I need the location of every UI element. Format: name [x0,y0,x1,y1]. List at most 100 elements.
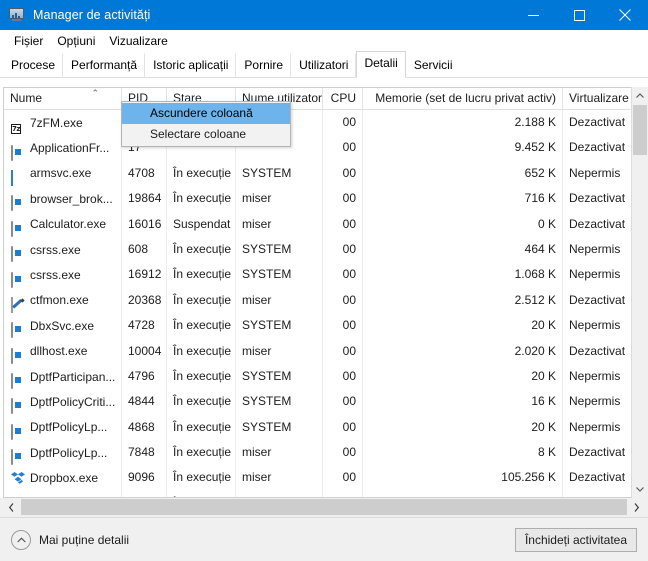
vertical-scrollbar[interactable] [631,87,648,498]
cell-state: În execuție [167,363,236,390]
table-row[interactable]: Dropbox.exe8212În execuțiemiser00280 KDe… [4,490,645,497]
title-bar[interactable]: Manager de activități [0,0,648,30]
cell-memory: 9.452 K [363,135,563,161]
table-row[interactable]: csrss.exe 608 În execuție SYSTEM 00 464 K Nepe… [4,236,645,263]
cell-pid: 7848 [122,440,167,466]
7zip-icon: 7z [11,124,21,135]
generic-app-icon [11,394,26,415]
tab-pornire[interactable]: Pornire [236,53,292,78]
pen-icon [11,293,26,313]
cell-user: SYSTEM [236,389,323,415]
context-menu-item-select-columns[interactable]: Selectare coloane [122,124,290,145]
cell-state: În execuție [167,490,236,497]
process-name-label: Dropbox.exe [30,471,99,486]
tab-procese[interactable]: Procese [3,53,64,78]
dropbox-icon [11,471,26,486]
column-header-nume[interactable]: Nume ⌃ [4,88,122,109]
cell-state: În execuție [167,389,236,415]
scroll-up-icon[interactable] [632,87,648,104]
column-header-memorie-set-de-lucru-privat-activ[interactable]: Memorie (set de lucru privat activ) [363,88,563,109]
table-row[interactable]: ApplicationFr... 17 00 9.452 K Dezactivat [4,135,645,161]
column-context-menu: Ascundere coloană Selectare coloane [121,101,291,147]
cell-user: miser [236,440,323,466]
tab-istoric-aplicatii[interactable]: Istoric aplicații [145,53,237,78]
window-controls [510,0,648,30]
tab-utilizatori[interactable]: Utilizatori [291,53,357,78]
table-row[interactable]: DptfParticipan... 4796 În execuție SYSTEM 00… [4,363,645,390]
horizontal-scrollbar[interactable] [3,498,645,516]
generic-app-icon [11,420,26,440]
end-task-button[interactable]: Închideți activitatea [514,528,637,552]
tab-performanta[interactable]: Performanță [63,53,146,78]
process-name-label: ApplicationFr... [30,141,110,156]
cell-cpu: 00 [323,186,363,212]
table-row[interactable]: Dropbox.exe 9096 În execuție miser 00 105.256… [4,465,645,491]
menu-item-optiuni[interactable]: Opțiuni [50,33,102,50]
scroll-left-icon[interactable] [3,498,20,516]
details-list-panel: Nume ⌃ PID Stare Nume utilizator CPU Memorie (… [0,78,648,498]
cell-memory: 8 K [363,440,563,466]
cell-name: ctfmon.exe [4,287,122,314]
scroll-down-icon[interactable] [632,481,648,498]
table-row[interactable]: DbxSvc.exe 4728 În execuție SYSTEM 00 20 K Nep… [4,313,645,339]
bottom-bar: Mai puține detalii Închideți activitatea [0,517,648,561]
process-name-label: 7zFM.exe [30,115,83,130]
context-menu-item-hide-column[interactable]: Ascundere coloană [122,103,290,124]
table-row[interactable]: DptfPolicyCriti... 4844 În execuție SYSTEM 0… [4,389,645,415]
cell-state: În execuție [167,186,236,212]
column-header-cpu[interactable]: CPU [323,88,363,109]
table-row[interactable]: DptfPolicyLp... 4868 În execuție SYSTEM 00 20… [4,414,645,441]
scroll-right-icon[interactable] [628,498,645,516]
menu-bar: Fișier Opțiuni Vizualizare [0,30,648,52]
generic-app-icon [11,318,26,339]
cell-memory: 16 K [363,389,563,415]
table-row[interactable]: armsvc.exe 4708 În execuție SYSTEM 00 652 K Ne… [4,160,645,187]
process-name-label: DptfPolicyLp... [30,420,108,435]
cell-memory: 716 K [363,186,563,212]
table-row[interactable]: csrss.exe 16912 În execuție SYSTEM 00 1.068 K… [4,262,645,288]
minimize-icon[interactable] [510,0,556,30]
close-icon[interactable] [602,0,648,30]
cell-pid: 10004 [122,338,167,364]
table-row[interactable]: ctfmon.exe 20368 În execuție miser 00 2.512 K… [4,287,645,314]
cell-user: miser [236,465,323,491]
generic-app-icon [11,445,26,466]
window-title: Manager de activități [33,8,151,22]
generic-app-icon [11,191,26,212]
cell-memory: 0 K [363,211,563,237]
cell-name: Dropbox.exe [4,490,122,497]
process-name-label: csrss.exe [30,268,81,283]
table-row[interactable]: Calculator.exe 16016 Suspendat miser 00 0 K De… [4,211,645,237]
cell-pid: 4844 [122,389,167,415]
menu-item-vizualizare[interactable]: Vizualizare [102,33,174,50]
generic-app-icon [11,369,26,390]
table-row[interactable]: DptfPolicyLp... 7848 În execuție miser 00 8 K… [4,440,645,466]
cell-memory: 652 K [363,160,563,187]
maximize-icon[interactable] [556,0,602,30]
cell-cpu: 00 [323,135,363,161]
tab-servicii[interactable]: Servicii [406,53,461,78]
cell-name: csrss.exe [4,262,122,288]
menu-item-fisier[interactable]: Fișier [7,33,50,50]
less-details-button[interactable]: Mai puține detalii [11,530,129,550]
cell-pid: 608 [122,236,167,263]
tab-detalii[interactable]: Detalii [356,51,406,78]
cell-state: În execuție [167,414,236,441]
task-manager-window: Manager de activități Fișier Opțiuni Viz… [0,0,648,561]
cell-pid: 9096 [122,465,167,491]
generic-app-icon [11,344,26,364]
cell-state: În execuție [167,465,236,491]
table-row[interactable]: 7z7zFM.exe82002.188 KDezactivat [4,110,645,136]
cell-pid: 4708 [122,160,167,187]
cell-name: browser_brok... [4,186,122,212]
cell-pid: 20368 [122,287,167,314]
vertical-scrollbar-thumb[interactable] [633,105,647,155]
cell-memory: 2.512 K [363,287,563,314]
table-row[interactable]: browser_brok... 19864 În execuție miser 00 71… [4,186,645,212]
cell-cpu: 00 [323,440,363,466]
table-row[interactable]: dllhost.exe 10004 În execuție miser 00 2.020 … [4,338,645,364]
cell-memory: 20 K [363,363,563,390]
process-name-label: ctfmon.exe [30,293,89,308]
table-header-row: Nume ⌃ PID Stare Nume utilizator CPU Memorie (… [4,88,645,110]
horizontal-scrollbar-thumb[interactable] [21,499,627,515]
